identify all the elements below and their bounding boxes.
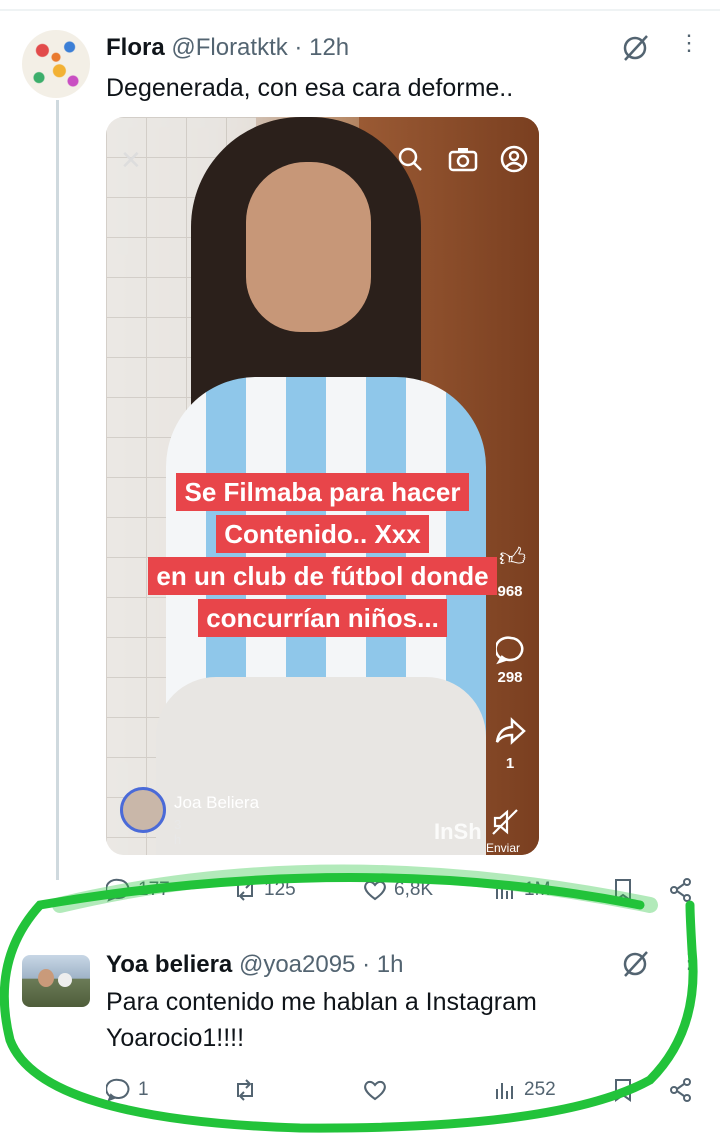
avatar-person — [38, 969, 54, 987]
avatar-dog — [58, 973, 72, 987]
bookmark-icon — [615, 879, 631, 902]
tweet-text-line: Yoarocio1!!!! — [106, 1024, 245, 1052]
separator-dot: · — [362, 951, 371, 978]
more-options-icon[interactable]: ⋮ — [678, 32, 700, 54]
caption-line: concurrían niños... — [198, 599, 447, 637]
search-icon — [398, 147, 422, 171]
profile-icon — [500, 145, 528, 173]
watermark: InSh — [434, 819, 482, 844]
tweet-header: Flora @Floratktk · 12h — [106, 34, 349, 62]
reply-button[interactable]: 1 — [106, 1077, 149, 1103]
views-count: 1M — [524, 879, 551, 900]
views-count: 252 — [524, 1079, 556, 1100]
tweet-text: Degenerada, con esa cara deforme.. — [106, 74, 514, 102]
tweet-header: Yoa beliera @yoa2095 · 1h — [106, 951, 403, 979]
thread-connector-line — [56, 100, 59, 880]
video-caption: Se Filmaba para hacer Contenido.. Xxx en… — [106, 471, 539, 639]
video-comment-count: 298 — [497, 669, 523, 686]
separator-dot: · — [294, 34, 303, 61]
like-button[interactable]: 6,8K — [362, 877, 433, 903]
grok-icon[interactable] — [620, 949, 650, 979]
grok-icon[interactable] — [620, 33, 650, 63]
tweet-time[interactable]: 12h — [309, 34, 349, 61]
repost-icon — [237, 1079, 253, 1101]
repost-button[interactable] — [232, 1077, 258, 1103]
uploader-name: Joa Beliera — [174, 793, 260, 812]
tweet-text: Para contenido me hablan a Instagram Yoa… — [106, 984, 537, 1056]
top-divider — [0, 9, 720, 11]
author-handle[interactable]: @Floratktk — [171, 34, 287, 61]
share-button[interactable] — [668, 877, 694, 903]
share-arrow-icon — [495, 717, 526, 745]
avatar[interactable] — [22, 30, 90, 98]
bookmark-button[interactable] — [610, 877, 636, 903]
like-button[interactable] — [362, 1077, 388, 1103]
views-chart-icon — [496, 1083, 513, 1099]
share-icon — [670, 1078, 691, 1102]
caption-line: en un club de fútbol donde — [148, 557, 497, 595]
tweet-text-line: Para contenido me hablan a Instagram — [106, 988, 537, 1016]
caption-line: Se Filmaba para hacer — [176, 473, 469, 511]
reply-icon — [106, 1078, 130, 1102]
send-label: Enviar — [486, 841, 521, 855]
heart-icon — [364, 880, 386, 901]
share-icon — [670, 878, 691, 902]
tweet-media-video[interactable]: ✕ Se Filmaba para hacer Contenido.. Xxx … — [106, 117, 539, 855]
comment-bubble-icon — [496, 636, 524, 665]
repost-count: 125 — [264, 879, 296, 900]
close-icon: ✕ — [120, 145, 142, 175]
caption-line: Contenido.. Xxx — [216, 515, 429, 553]
video-like-count: 968 — [497, 583, 523, 600]
media-person-face — [246, 162, 371, 332]
video-share-count: 1 — [505, 755, 515, 772]
avatar[interactable] — [22, 955, 90, 1007]
views-button[interactable]: 1M — [492, 877, 550, 903]
reply-count: 1 — [138, 1079, 149, 1100]
reply-button[interactable]: 177 — [106, 877, 170, 903]
author-handle[interactable]: @yoa2095 — [239, 951, 355, 978]
uploader-avatar — [120, 787, 166, 833]
share-button[interactable] — [668, 1077, 694, 1103]
like-thumb-icon: 👍︎ — [499, 542, 527, 572]
reply-icon — [106, 878, 130, 902]
reply-count: 177 — [138, 879, 170, 900]
author-name[interactable]: Flora — [106, 34, 165, 61]
repost-button[interactable]: 125 — [232, 877, 296, 903]
views-chart-icon — [496, 883, 513, 899]
repost-icon — [237, 879, 253, 901]
more-options-icon[interactable]: ⋮ — [678, 950, 700, 972]
bookmark-button[interactable] — [610, 1077, 636, 1103]
heart-icon — [364, 1080, 386, 1101]
bookmark-icon — [615, 1079, 631, 1102]
tweet-time[interactable]: 1h — [377, 951, 404, 978]
author-name[interactable]: Yoa beliera — [106, 951, 232, 978]
upload-time: 3 h — [174, 817, 182, 847]
camera-icon — [448, 148, 478, 172]
mute-icon[interactable] — [490, 807, 520, 837]
views-button[interactable]: 252 — [492, 1077, 556, 1103]
like-count: 6,8K — [394, 879, 434, 900]
